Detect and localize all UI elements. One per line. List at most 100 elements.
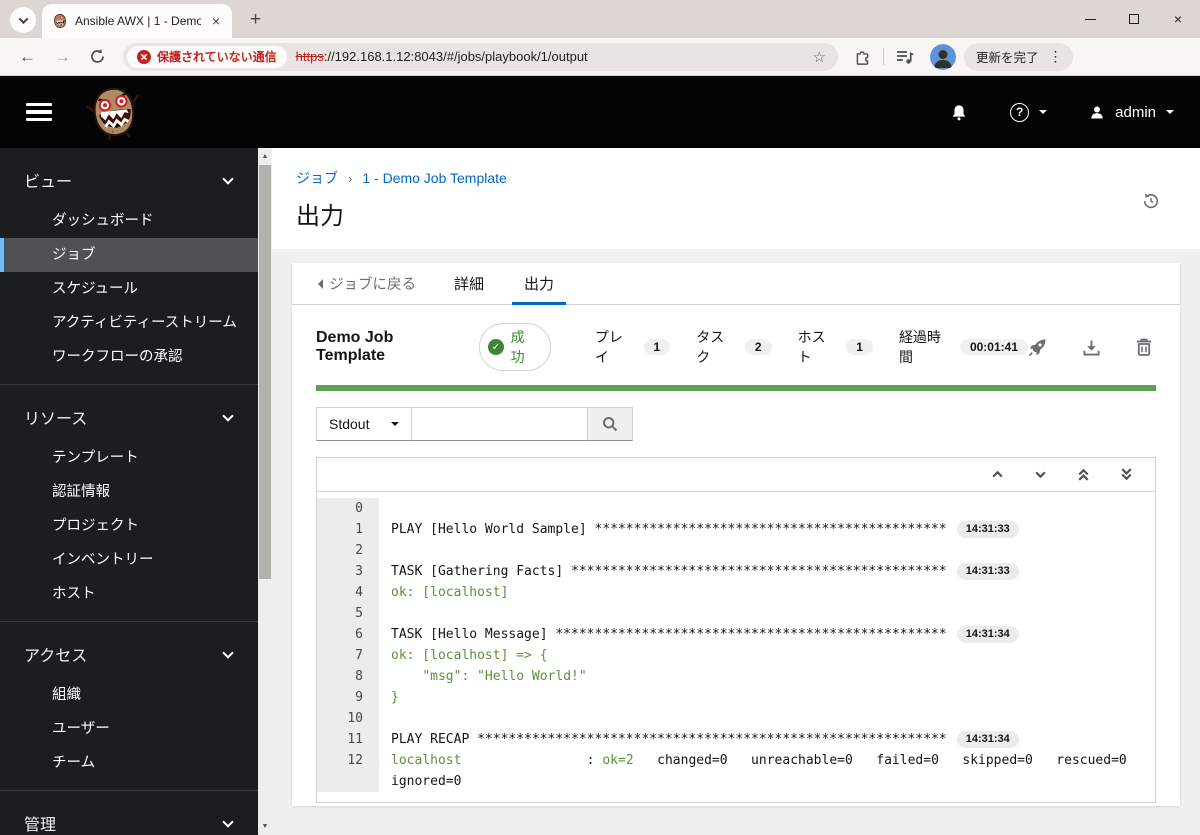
bookmark-star-icon[interactable]: ☆ — [813, 48, 826, 66]
sidebar-item[interactable]: ジョブ — [0, 238, 258, 272]
sidebar-item[interactable]: テンプレート — [0, 441, 258, 475]
console-line[interactable]: 11PLAY RECAP ***************************… — [317, 729, 1155, 750]
sidebar-item[interactable]: ダッシュボード — [0, 204, 258, 238]
sidebar-item[interactable]: インベントリー — [0, 543, 258, 577]
scrollbar-down-arrow[interactable]: ▼ — [258, 819, 272, 834]
page-scrollbar[interactable]: ▲ ▼ — [258, 148, 272, 835]
caret-down-icon — [1166, 110, 1174, 118]
history-button[interactable] — [1142, 192, 1160, 210]
console-line[interactable]: 7ok: [localhost] => { — [317, 645, 1155, 666]
forward-button[interactable]: → — [45, 47, 80, 67]
back-to-jobs-link[interactable]: ジョブに戻る — [308, 263, 426, 304]
window-close-button[interactable]: × — [1156, 0, 1200, 38]
console-line[interactable]: 2 — [317, 540, 1155, 561]
tab-groups-button[interactable] — [888, 49, 922, 65]
download-output-button[interactable] — [1083, 339, 1100, 356]
chevron-down-icon — [222, 410, 233, 421]
notifications-button[interactable] — [950, 103, 968, 122]
console-line[interactable]: 12localhost : ok=2 changed=0 unreachable… — [317, 750, 1155, 792]
job-summary-row: Demo Job Template ✓ 成功 プレイ1タスク2ホスト1経過時間0… — [316, 323, 1156, 371]
new-tab-button[interactable]: + — [242, 9, 269, 31]
tab-details[interactable]: 詳細 — [442, 263, 496, 304]
line-content — [379, 708, 1155, 729]
console-line[interactable]: 10 — [317, 708, 1155, 729]
sidebar-item[interactable]: ユーザー — [0, 712, 258, 746]
chevron-down-icon — [222, 173, 233, 184]
scroll-to-bottom-button[interactable] — [1120, 467, 1133, 482]
extensions-button[interactable] — [846, 48, 879, 65]
tab-close-icon[interactable]: × — [208, 13, 224, 29]
sidebar-item[interactable]: 認証情報 — [0, 475, 258, 509]
sidebar-item[interactable]: 組織 — [0, 678, 258, 712]
user-menu-button[interactable]: admin — [1089, 104, 1174, 121]
console-line[interactable]: 6TASK [Hello Message] ******************… — [317, 624, 1155, 645]
sidebar-item[interactable]: プロジェクト — [0, 509, 258, 543]
awx-logo[interactable] — [84, 84, 144, 140]
relaunch-button[interactable] — [1028, 338, 1047, 357]
tab-search-button[interactable] — [10, 7, 36, 33]
console-line[interactable]: 8 "msg": "Hello World!" — [317, 666, 1155, 687]
breadcrumb-jobs-link[interactable]: ジョブ — [296, 168, 338, 188]
sidebar-sections: ビューダッシュボードジョブスケジュールアクティビティーストリームワークフローの承… — [0, 148, 258, 835]
line-number: 9 — [317, 687, 379, 708]
job-stats: プレイ1タスク2ホスト1経過時間00:01:41 — [595, 327, 1028, 367]
browser-tab[interactable]: Ansible AWX | 1 - Demo Job Ter × — [42, 4, 232, 38]
url-rest: ://192.168.1.12:8043/#/jobs/playbook/1/o… — [324, 49, 588, 64]
sidebar-item[interactable]: アクティビティーストリーム — [0, 306, 258, 340]
console-line[interactable]: 9} — [317, 687, 1155, 708]
console-line[interactable]: 4ok: [localhost] — [317, 582, 1155, 603]
maximize-icon — [1129, 14, 1139, 24]
line-number: 0 — [317, 498, 379, 519]
sidebar-section-header[interactable]: 管理 — [0, 811, 258, 835]
sidebar-item[interactable]: ワークフローの承認 — [0, 340, 258, 374]
line-number: 2 — [317, 540, 379, 561]
tab-output[interactable]: 出力 — [512, 263, 566, 304]
line-number: 11 — [317, 729, 379, 750]
sidebar-item[interactable]: ホスト — [0, 577, 258, 611]
window-maximize-button[interactable] — [1112, 0, 1156, 38]
sidebar-section-label: リソース — [24, 405, 87, 429]
back-button[interactable]: ← — [10, 47, 45, 67]
sidebar-section: アクセス組織ユーザーチーム — [0, 622, 258, 791]
scrollbar-up-arrow[interactable]: ▲ — [258, 149, 272, 164]
status-badge: ✓ 成功 — [479, 323, 551, 371]
output-search-input[interactable] — [412, 407, 588, 441]
address-bar[interactable]: 保護されていない通信 https://192.168.1.12:8043/#/j… — [123, 43, 838, 71]
sidebar-section-header[interactable]: ビュー — [0, 168, 258, 192]
console-toolbar — [317, 458, 1155, 492]
profile-avatar[interactable] — [930, 44, 956, 70]
sidebar-section-header[interactable]: アクセス — [0, 642, 258, 666]
output-search-button[interactable] — [588, 407, 633, 441]
kebab-menu-icon[interactable]: ⋮ — [1047, 48, 1065, 65]
line-content: TASK [Gathering Facts] *****************… — [379, 561, 1155, 582]
previous-match-button[interactable] — [991, 468, 1004, 481]
help-menu-button[interactable]: ? — [1010, 103, 1047, 122]
output-filter-select[interactable]: Stdout — [316, 407, 412, 441]
nav-toggle-button[interactable] — [26, 99, 52, 126]
breadcrumb-job-link[interactable]: 1 - Demo Job Template — [362, 170, 506, 186]
sidebar-item[interactable]: チーム — [0, 746, 258, 780]
triangle-left-icon — [318, 279, 323, 289]
line-number: 10 — [317, 708, 379, 729]
next-match-button[interactable] — [1034, 468, 1047, 481]
sidebar-item[interactable]: スケジュール — [0, 272, 258, 306]
awx-favicon-icon — [52, 13, 68, 29]
stat-label: ホスト — [798, 327, 838, 367]
security-badge[interactable]: 保護されていない通信 — [127, 46, 287, 68]
window-minimize-button[interactable] — [1068, 0, 1112, 38]
line-number: 6 — [317, 624, 379, 645]
scroll-to-top-button[interactable] — [1077, 467, 1090, 482]
url-scheme: https — [296, 49, 324, 64]
delete-job-button[interactable] — [1136, 338, 1152, 356]
reload-button[interactable] — [80, 48, 115, 65]
console-line[interactable]: 5 — [317, 603, 1155, 624]
console-line[interactable]: 0 — [317, 498, 1155, 519]
console-line[interactable]: 1PLAY [Hello World Sample] *************… — [317, 519, 1155, 540]
sidebar-section-header[interactable]: リソース — [0, 405, 258, 429]
scrollbar-thumb[interactable] — [259, 165, 271, 579]
chrome-update-button[interactable]: 更新を完了 ⋮ — [964, 43, 1073, 71]
job-stat: タスク2 — [696, 327, 771, 367]
console-line[interactable]: 3TASK [Gathering Facts] ****************… — [317, 561, 1155, 582]
double-chevron-down-icon — [1120, 467, 1133, 482]
output-filter-row: Stdout — [316, 407, 1156, 441]
